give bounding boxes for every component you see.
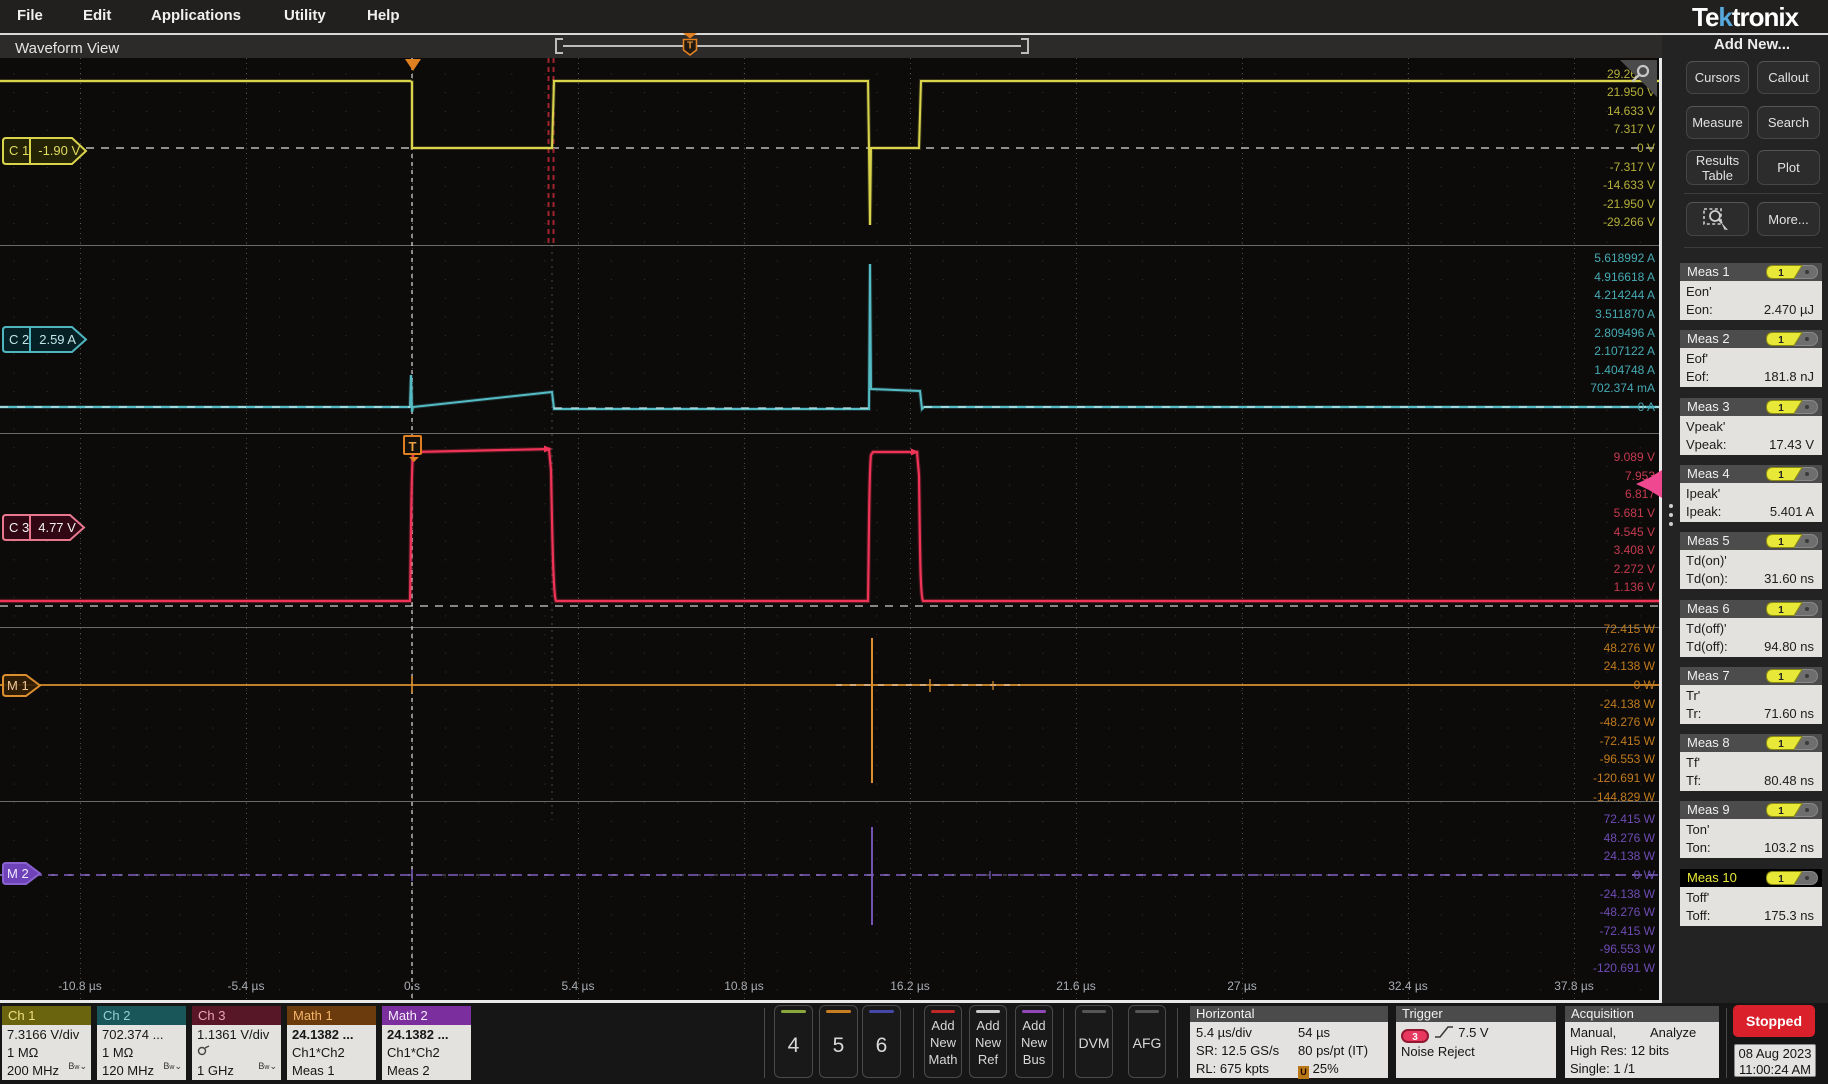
svg-text:1: 1 <box>1778 605 1784 616</box>
svg-text:1: 1 <box>1778 470 1784 481</box>
svg-text:1: 1 <box>1778 672 1784 683</box>
svg-text:1: 1 <box>1778 537 1784 548</box>
svg-text:1: 1 <box>1778 806 1784 817</box>
svg-text:1: 1 <box>1778 335 1784 346</box>
svg-text:1: 1 <box>1778 268 1784 279</box>
svg-text:1: 1 <box>1778 739 1784 750</box>
svg-text:T: T <box>687 41 693 52</box>
svg-text:1: 1 <box>1778 874 1784 885</box>
svg-text:1: 1 <box>1778 403 1784 414</box>
